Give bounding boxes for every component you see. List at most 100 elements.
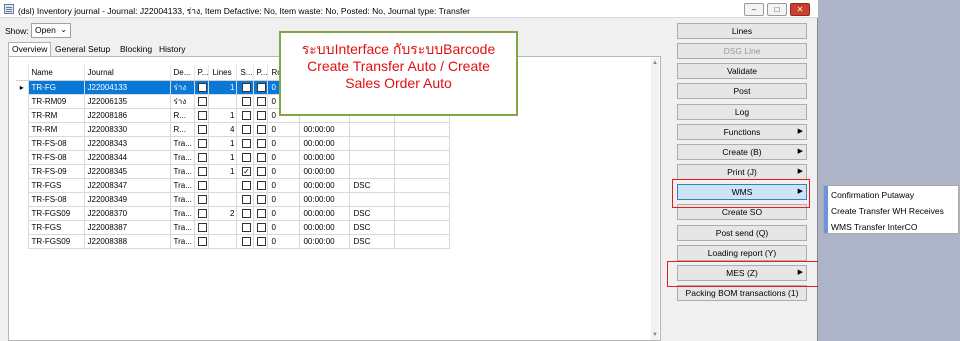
cell-name[interactable]: TR-FS-08 xyxy=(27,191,85,207)
column-header-lines[interactable]: Lines xyxy=(208,65,238,81)
checkbox[interactable] xyxy=(257,194,267,204)
column-header-s[interactable]: S... xyxy=(236,65,254,81)
show-filter-select[interactable]: Open ⌄ xyxy=(31,23,71,38)
cell-name[interactable]: TR-RM09 xyxy=(27,93,85,109)
checkbox[interactable] xyxy=(198,96,208,106)
cell-ro[interactable]: 0 xyxy=(267,233,301,249)
cell-time[interactable]: 00:00:00 xyxy=(299,191,351,207)
loading-report-y-button[interactable]: Loading report (Y) xyxy=(677,244,807,261)
cell-extra[interactable] xyxy=(394,233,451,249)
checkbox[interactable] xyxy=(257,208,267,218)
cell-description[interactable]: Tra... xyxy=(169,135,195,151)
submenu-item-confirmation-putaway[interactable]: Confirmation Putaway xyxy=(831,190,914,200)
checkbox[interactable] xyxy=(241,110,251,120)
checkbox[interactable] xyxy=(198,110,208,120)
tab-setup[interactable]: Setup xyxy=(84,42,114,56)
print-j-button[interactable]: Print (J) ▶ xyxy=(677,164,807,181)
checkbox[interactable] xyxy=(241,194,251,204)
checkbox[interactable] xyxy=(241,152,251,162)
cell-lines[interactable] xyxy=(208,93,238,109)
checkbox[interactable] xyxy=(198,166,208,176)
cell-description[interactable]: R... xyxy=(169,107,195,123)
cell-ro[interactable]: 0 xyxy=(267,205,301,221)
cell-description[interactable]: Tra... xyxy=(169,149,195,165)
cell-lines[interactable]: 1 xyxy=(208,149,238,165)
column-header-p2[interactable]: P... xyxy=(253,65,269,81)
cell-description[interactable]: ร่าง xyxy=(169,79,195,95)
cell-name[interactable]: TR-FGS09 xyxy=(27,205,85,221)
cell-description[interactable]: Tra... xyxy=(169,205,195,221)
table-row[interactable]: TR-FS-09 J22008345 Tra... 1 ✓ 0 00:00:00 xyxy=(16,163,451,179)
minimize-button[interactable]: – xyxy=(744,3,764,16)
checkbox[interactable] xyxy=(241,138,251,148)
cell-name[interactable]: TR-FS-08 xyxy=(27,135,85,151)
cell-description[interactable]: Tra... xyxy=(169,233,195,249)
table-row[interactable]: TR-FGS09 J22008370 Tra... 2 0 00:00:00 DSC xyxy=(16,205,451,221)
checkbox[interactable] xyxy=(241,222,251,232)
table-row[interactable]: TR-FS-08 J22008349 Tra... 0 00:00:00 xyxy=(16,191,451,207)
cell-journal[interactable]: J22008343 xyxy=(83,135,171,151)
checkbox[interactable] xyxy=(241,124,251,134)
cell-name[interactable]: TR-RM xyxy=(27,121,85,137)
cell-lines[interactable]: 2 xyxy=(208,205,238,221)
cell-extra[interactable] xyxy=(394,205,451,221)
cell-extra[interactable] xyxy=(394,121,451,137)
title-bar[interactable]: (dsl) Inventory journal - Journal: J2200… xyxy=(0,0,818,18)
checkbox[interactable] xyxy=(257,124,267,134)
cell-time[interactable]: 00:00:00 xyxy=(299,233,351,249)
cell-name[interactable]: TR-FGS09 xyxy=(27,233,85,249)
close-button[interactable]: ✕ xyxy=(790,3,810,16)
checkbox[interactable] xyxy=(257,180,267,190)
cell-name[interactable]: TR-RM xyxy=(27,107,85,123)
cell-description[interactable]: ร่าง xyxy=(169,93,195,109)
checkbox[interactable] xyxy=(198,236,208,246)
checkbox[interactable] xyxy=(257,152,267,162)
cell-time[interactable]: 00:00:00 xyxy=(299,163,351,179)
cell-time[interactable]: 00:00:00 xyxy=(299,121,351,137)
checkbox[interactable] xyxy=(257,138,267,148)
cell-code[interactable]: DSC xyxy=(349,205,396,221)
checkbox[interactable] xyxy=(198,138,208,148)
cell-code[interactable] xyxy=(349,135,396,151)
cell-extra[interactable] xyxy=(394,163,451,179)
cell-time[interactable]: 00:00:00 xyxy=(299,135,351,151)
table-row[interactable]: TR-FS-08 J22008343 Tra... 1 0 00:00:00 xyxy=(16,135,451,151)
cell-lines[interactable] xyxy=(208,177,238,193)
cell-journal[interactable]: J22008349 xyxy=(83,191,171,207)
cell-ro[interactable]: 0 xyxy=(267,177,301,193)
checkbox[interactable] xyxy=(241,180,251,190)
submenu-item-create-transfer-wh-receives[interactable]: Create Transfer WH Receives xyxy=(831,206,944,216)
cell-journal[interactable]: J22008186 xyxy=(83,107,171,123)
cell-code[interactable] xyxy=(349,163,396,179)
maximize-button[interactable]: □ xyxy=(767,3,787,16)
packing-bom-transactions-1-button[interactable]: Packing BOM transactions (1) xyxy=(677,284,807,301)
column-header-journal[interactable]: Journal xyxy=(84,65,171,81)
tab-overview[interactable]: Overview xyxy=(8,42,52,56)
cell-lines[interactable]: 4 xyxy=(208,121,238,137)
scroll-up-icon[interactable]: ▲ xyxy=(652,60,658,66)
checkbox[interactable] xyxy=(241,208,251,218)
cell-journal[interactable]: J22008370 xyxy=(83,205,171,221)
cell-journal[interactable]: J22004133 xyxy=(83,79,171,95)
cell-ro[interactable]: 0 xyxy=(267,135,301,151)
cell-code[interactable] xyxy=(349,191,396,207)
validate-button[interactable]: Validate xyxy=(677,63,807,80)
cell-ro[interactable]: 0 xyxy=(267,163,301,179)
checkbox[interactable] xyxy=(257,82,267,92)
cell-code[interactable] xyxy=(349,121,396,137)
tab-blocking[interactable]: Blocking xyxy=(116,42,156,56)
cell-lines[interactable]: 1 xyxy=(208,135,238,151)
lines-button[interactable]: Lines xyxy=(677,23,807,39)
cell-journal[interactable]: J22006135 xyxy=(83,93,171,109)
checkbox[interactable] xyxy=(241,236,251,246)
column-header-p1[interactable]: P... xyxy=(194,65,210,81)
checkbox[interactable] xyxy=(198,124,208,134)
cell-name[interactable]: TR-FS-08 xyxy=(27,149,85,165)
cell-journal[interactable]: J22008344 xyxy=(83,149,171,165)
cell-description[interactable]: Tra... xyxy=(169,177,195,193)
cell-code[interactable]: DSC xyxy=(349,233,396,249)
column-header-name[interactable]: Name xyxy=(28,65,85,81)
cell-lines[interactable] xyxy=(208,191,238,207)
checkbox[interactable] xyxy=(198,152,208,162)
checkbox[interactable]: ✓ xyxy=(241,166,251,176)
